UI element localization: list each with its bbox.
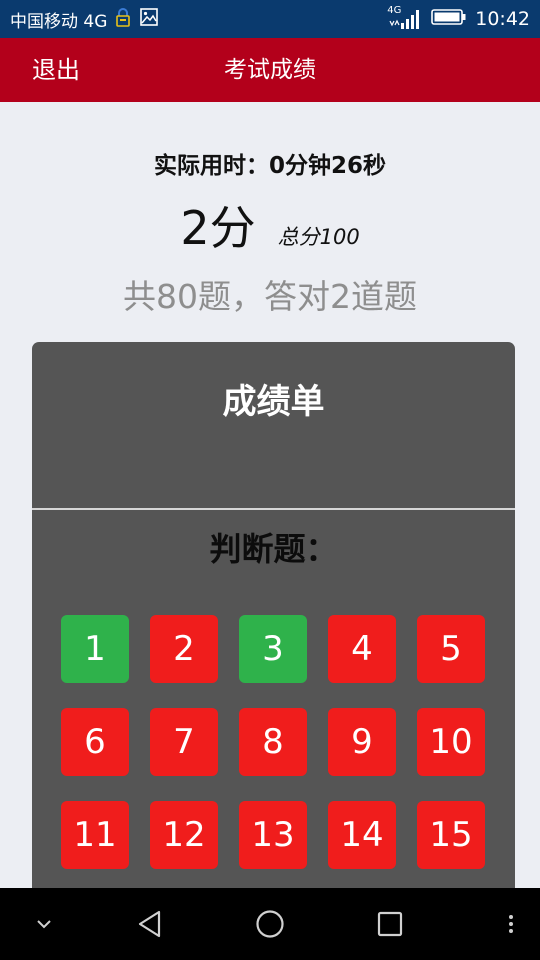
lock-icon bbox=[115, 7, 131, 32]
question-wrong-button[interactable]: 2 bbox=[150, 615, 218, 683]
question-wrong-button[interactable]: 8 bbox=[239, 708, 307, 776]
exit-button[interactable]: 退出 bbox=[32, 38, 80, 102]
question-wrong-button[interactable]: 12 bbox=[150, 801, 218, 869]
report-card: 成绩单 判断题： 1 2 3 4 5 6 7 8 9 10 11 12 13 14 15 bbox=[32, 342, 515, 888]
score-value: 2分 bbox=[180, 201, 256, 255]
page-title: 考试成绩 bbox=[224, 57, 316, 83]
question-correct-button[interactable]: 1 bbox=[61, 615, 129, 683]
question-wrong-button[interactable]: 9 bbox=[328, 708, 396, 776]
question-wrong-button[interactable]: 6 bbox=[61, 708, 129, 776]
signal-icon: 4G bbox=[387, 5, 423, 31]
more-dots-icon[interactable] bbox=[496, 888, 526, 960]
section-title: 判断题： bbox=[209, 530, 338, 568]
total-score: 总分100 bbox=[277, 225, 360, 249]
content: 实际用时：0分钟26秒 2分 总分100 共80题，答对2道题 成绩单 判断题： … bbox=[0, 102, 540, 888]
question-wrong-button[interactable]: 15 bbox=[417, 801, 485, 869]
back-triangle-icon[interactable] bbox=[126, 888, 174, 960]
question-wrong-button[interactable]: 4 bbox=[328, 615, 396, 683]
home-circle-icon[interactable] bbox=[246, 888, 294, 960]
question-wrong-button[interactable]: 5 bbox=[417, 615, 485, 683]
chevron-down-icon[interactable] bbox=[20, 888, 68, 960]
question-wrong-button[interactable]: 10 bbox=[417, 708, 485, 776]
app-header: 考试成绩 退出 bbox=[0, 38, 540, 102]
question-correct-button[interactable]: 3 bbox=[239, 615, 307, 683]
question-wrong-button[interactable]: 14 bbox=[328, 801, 396, 869]
question-wrong-button[interactable]: 7 bbox=[150, 708, 218, 776]
score-line: 2分 总分100 bbox=[0, 192, 540, 258]
question-wrong-button[interactable]: 13 bbox=[239, 801, 307, 869]
time-used: 实际用时：0分钟26秒 bbox=[153, 153, 386, 179]
summary-text: 共80题，答对2道题 bbox=[123, 277, 417, 316]
question-wrong-button[interactable]: 11 bbox=[61, 801, 129, 869]
battery-icon bbox=[431, 7, 467, 32]
divider bbox=[32, 508, 515, 510]
recents-square-icon[interactable] bbox=[366, 888, 414, 960]
card-title: 成绩单 bbox=[222, 382, 325, 422]
nav-bar bbox=[0, 888, 540, 960]
image-icon bbox=[139, 7, 159, 32]
clock: 10:42 bbox=[475, 8, 530, 30]
carrier-label: 中国移动 4G bbox=[10, 11, 108, 32]
status-bar: 中国移动 4G 4G 10:42 bbox=[0, 0, 540, 38]
